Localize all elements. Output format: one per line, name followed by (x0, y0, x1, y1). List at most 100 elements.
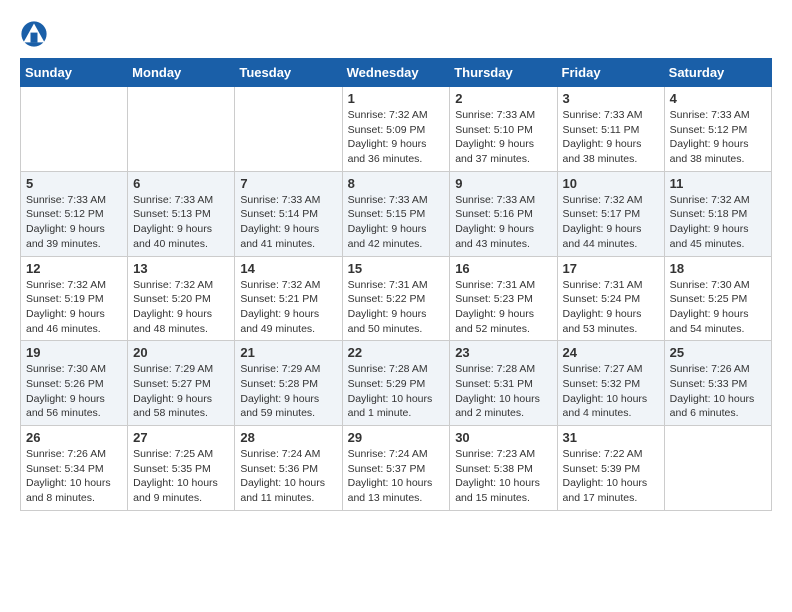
calendar-cell: 28 Sunrise: 7:24 AM Sunset: 5:36 PM Dayli… (235, 426, 342, 511)
day-info: Sunrise: 7:26 AM Sunset: 5:33 PM Dayligh… (670, 362, 766, 421)
calendar-cell: 23 Sunrise: 7:28 AM Sunset: 5:31 PM Dayli… (450, 341, 557, 426)
day-number: 13 (133, 261, 229, 276)
calendar-week-row: 1 Sunrise: 7:32 AM Sunset: 5:09 PM Daylig… (21, 87, 772, 172)
calendar-cell: 4 Sunrise: 7:33 AM Sunset: 5:12 PM Daylig… (664, 87, 771, 172)
calendar-cell: 30 Sunrise: 7:23 AM Sunset: 5:38 PM Dayli… (450, 426, 557, 511)
day-number: 14 (240, 261, 336, 276)
day-number: 11 (670, 176, 766, 191)
logo-icon (20, 20, 48, 48)
day-info: Sunrise: 7:22 AM Sunset: 5:39 PM Dayligh… (563, 447, 659, 506)
calendar-cell: 29 Sunrise: 7:24 AM Sunset: 5:37 PM Dayli… (342, 426, 450, 511)
calendar-cell: 19Sunrise: 7:30 AM Sunset: 5:26 PM Dayli… (21, 341, 128, 426)
day-number: 22 (348, 345, 445, 360)
calendar-cell: 5 Sunrise: 7:33 AM Sunset: 5:12 PM Daylig… (21, 171, 128, 256)
day-number: 20 (133, 345, 229, 360)
day-number: 16 (455, 261, 551, 276)
day-number: 8 (348, 176, 445, 191)
calendar-cell: 24Sunrise: 7:27 AM Sunset: 5:32 PM Dayli… (557, 341, 664, 426)
header-day: Wednesday (342, 59, 450, 87)
day-number: 6 (133, 176, 229, 191)
day-number: 17 (563, 261, 659, 276)
calendar-cell: 6 Sunrise: 7:33 AM Sunset: 5:13 PM Daylig… (128, 171, 235, 256)
calendar-cell (235, 87, 342, 172)
day-info: Sunrise: 7:32 AM Sunset: 5:17 PM Dayligh… (563, 193, 659, 252)
calendar-cell: 2 Sunrise: 7:33 AM Sunset: 5:10 PM Daylig… (450, 87, 557, 172)
day-info: Sunrise: 7:31 AM Sunset: 5:23 PM Dayligh… (455, 278, 551, 337)
day-info: Sunrise: 7:29 AM Sunset: 5:27 PM Dayligh… (133, 362, 229, 421)
day-info: Sunrise: 7:28 AM Sunset: 5:29 PM Dayligh… (348, 362, 445, 421)
calendar-cell (21, 87, 128, 172)
calendar-cell: 16 Sunrise: 7:31 AM Sunset: 5:23 PM Dayli… (450, 256, 557, 341)
calendar-week-row: 5 Sunrise: 7:33 AM Sunset: 5:12 PM Daylig… (21, 171, 772, 256)
day-number: 28 (240, 430, 336, 445)
day-number: 26 (26, 430, 122, 445)
logo (20, 20, 52, 48)
calendar-cell: 8 Sunrise: 7:33 AM Sunset: 5:15 PM Daylig… (342, 171, 450, 256)
calendar-week-row: 12 Sunrise: 7:32 AM Sunset: 5:19 PM Dayli… (21, 256, 772, 341)
day-info: Sunrise: 7:33 AM Sunset: 5:12 PM Dayligh… (670, 108, 766, 167)
header-day: Tuesday (235, 59, 342, 87)
calendar-cell: 3Sunrise: 7:33 AM Sunset: 5:11 PM Daylig… (557, 87, 664, 172)
calendar-cell (664, 426, 771, 511)
calendar-cell: 27 Sunrise: 7:25 AM Sunset: 5:35 PM Dayli… (128, 426, 235, 511)
calendar-cell: 14Sunrise: 7:32 AM Sunset: 5:21 PM Dayli… (235, 256, 342, 341)
calendar-cell: 10 Sunrise: 7:32 AM Sunset: 5:17 PM Dayli… (557, 171, 664, 256)
calendar-table: SundayMondayTuesdayWednesdayThursdayFrid… (20, 58, 772, 511)
day-number: 25 (670, 345, 766, 360)
day-info: Sunrise: 7:24 AM Sunset: 5:36 PM Dayligh… (240, 447, 336, 506)
calendar-cell: 21 Sunrise: 7:29 AM Sunset: 5:28 PM Dayli… (235, 341, 342, 426)
calendar-cell: 11 Sunrise: 7:32 AM Sunset: 5:18 PM Dayli… (664, 171, 771, 256)
day-info: Sunrise: 7:32 AM Sunset: 5:19 PM Dayligh… (26, 278, 122, 337)
day-number: 1 (348, 91, 445, 106)
header-day: Thursday (450, 59, 557, 87)
day-info: Sunrise: 7:32 AM Sunset: 5:09 PM Dayligh… (348, 108, 445, 167)
day-number: 29 (348, 430, 445, 445)
day-number: 10 (563, 176, 659, 191)
header-day: Saturday (664, 59, 771, 87)
calendar-cell (128, 87, 235, 172)
day-info: Sunrise: 7:32 AM Sunset: 5:18 PM Dayligh… (670, 193, 766, 252)
header-day: Sunday (21, 59, 128, 87)
calendar-cell: 9 Sunrise: 7:33 AM Sunset: 5:16 PM Daylig… (450, 171, 557, 256)
calendar-cell: 26Sunrise: 7:26 AM Sunset: 5:34 PM Dayli… (21, 426, 128, 511)
calendar-cell: 20 Sunrise: 7:29 AM Sunset: 5:27 PM Dayli… (128, 341, 235, 426)
header-row: SundayMondayTuesdayWednesdayThursdayFrid… (21, 59, 772, 87)
day-info: Sunrise: 7:24 AM Sunset: 5:37 PM Dayligh… (348, 447, 445, 506)
day-number: 19 (26, 345, 122, 360)
calendar-cell: 31 Sunrise: 7:22 AM Sunset: 5:39 PM Dayli… (557, 426, 664, 511)
day-info: Sunrise: 7:25 AM Sunset: 5:35 PM Dayligh… (133, 447, 229, 506)
day-number: 30 (455, 430, 551, 445)
day-number: 15 (348, 261, 445, 276)
day-info: Sunrise: 7:29 AM Sunset: 5:28 PM Dayligh… (240, 362, 336, 421)
day-number: 4 (670, 91, 766, 106)
day-info: Sunrise: 7:23 AM Sunset: 5:38 PM Dayligh… (455, 447, 551, 506)
day-number: 7 (240, 176, 336, 191)
day-number: 21 (240, 345, 336, 360)
day-info: Sunrise: 7:31 AM Sunset: 5:24 PM Dayligh… (563, 278, 659, 337)
header-day: Friday (557, 59, 664, 87)
day-info: Sunrise: 7:30 AM Sunset: 5:25 PM Dayligh… (670, 278, 766, 337)
calendar-cell: 25 Sunrise: 7:26 AM Sunset: 5:33 PM Dayli… (664, 341, 771, 426)
calendar-cell: 13Sunrise: 7:32 AM Sunset: 5:20 PM Dayli… (128, 256, 235, 341)
day-info: Sunrise: 7:33 AM Sunset: 5:10 PM Dayligh… (455, 108, 551, 167)
day-info: Sunrise: 7:33 AM Sunset: 5:15 PM Dayligh… (348, 193, 445, 252)
day-number: 27 (133, 430, 229, 445)
header-day: Monday (128, 59, 235, 87)
calendar-cell: 17 Sunrise: 7:31 AM Sunset: 5:24 PM Dayli… (557, 256, 664, 341)
day-number: 23 (455, 345, 551, 360)
day-info: Sunrise: 7:33 AM Sunset: 5:12 PM Dayligh… (26, 193, 122, 252)
day-number: 2 (455, 91, 551, 106)
calendar-cell: 18Sunrise: 7:30 AM Sunset: 5:25 PM Dayli… (664, 256, 771, 341)
day-number: 3 (563, 91, 659, 106)
calendar-cell: 22 Sunrise: 7:28 AM Sunset: 5:29 PM Dayli… (342, 341, 450, 426)
day-info: Sunrise: 7:28 AM Sunset: 5:31 PM Dayligh… (455, 362, 551, 421)
calendar-cell: 12 Sunrise: 7:32 AM Sunset: 5:19 PM Dayli… (21, 256, 128, 341)
day-number: 31 (563, 430, 659, 445)
day-number: 5 (26, 176, 122, 191)
calendar-header: SundayMondayTuesdayWednesdayThursdayFrid… (21, 59, 772, 87)
calendar-body: 1 Sunrise: 7:32 AM Sunset: 5:09 PM Daylig… (21, 87, 772, 511)
day-info: Sunrise: 7:33 AM Sunset: 5:13 PM Dayligh… (133, 193, 229, 252)
day-number: 9 (455, 176, 551, 191)
day-info: Sunrise: 7:33 AM Sunset: 5:16 PM Dayligh… (455, 193, 551, 252)
day-number: 12 (26, 261, 122, 276)
